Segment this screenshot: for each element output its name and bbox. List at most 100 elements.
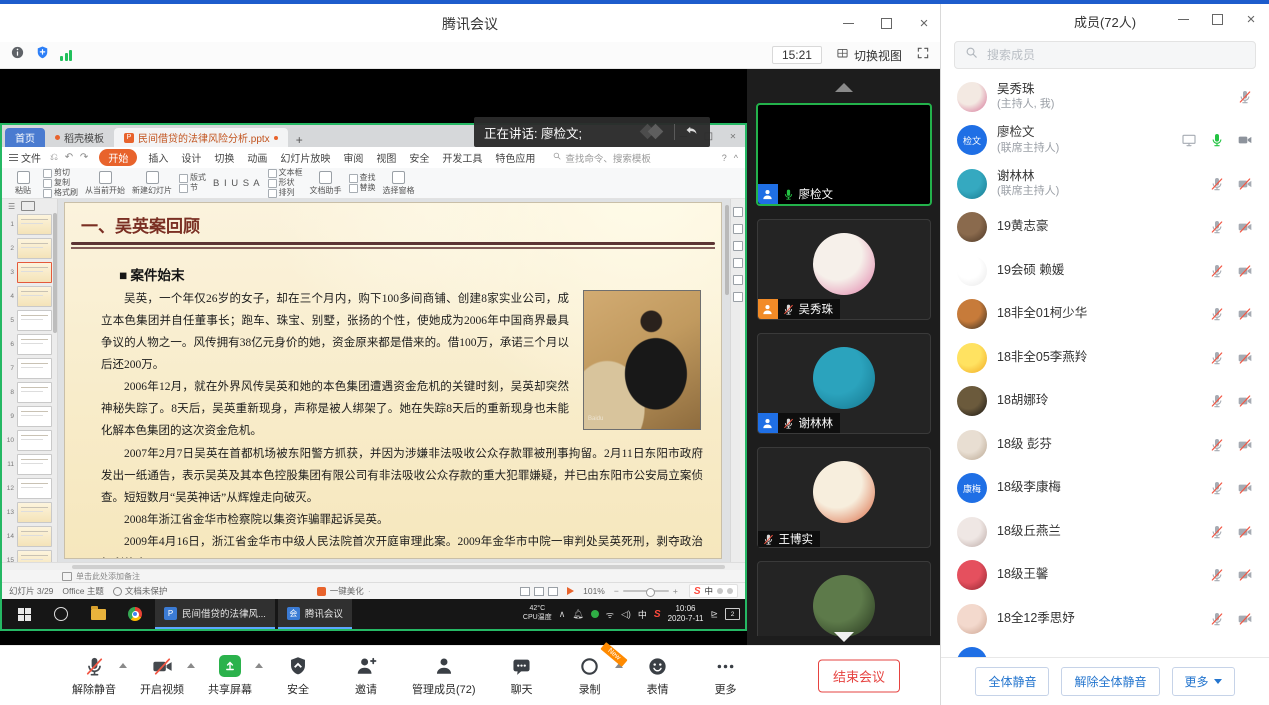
side-tool-icon[interactable]	[733, 275, 743, 285]
chevron-up-icon[interactable]	[255, 663, 263, 668]
video-tile-廖颖杰[interactable]: 廖颖杰	[757, 561, 931, 636]
file-explorer-icon[interactable]	[81, 599, 115, 629]
slide-thumbnail-12[interactable]: 12	[2, 476, 57, 500]
camera-muted-icon[interactable]	[1237, 480, 1253, 496]
slide-thumbnail-15[interactable]: 15	[2, 548, 57, 562]
camera-muted-icon[interactable]	[1237, 350, 1253, 366]
taskbar-app-民间借贷的法律风...[interactable]: P民间借贷的法律风...	[155, 599, 275, 629]
horizontal-scrollbar[interactable]	[2, 562, 745, 570]
ribbon-button-从当前开始[interactable]: 从当前开始	[85, 171, 125, 196]
side-tool-icon[interactable]	[733, 207, 743, 217]
ribbon-button-复制[interactable]: 复制	[43, 179, 78, 188]
ribbon-button-粘贴[interactable]: 粘贴	[10, 171, 36, 196]
wps-menu-插入[interactable]: 插入	[146, 149, 170, 166]
mic-on-icon[interactable]	[1209, 132, 1225, 148]
ribbon-button-B I U S A[interactable]: B I U S A	[213, 178, 261, 189]
canvas-scrollbar[interactable]	[725, 205, 729, 295]
scroll-up-arrow[interactable]	[835, 83, 853, 92]
camera-muted-icon[interactable]	[1237, 437, 1253, 453]
slide-thumbnail-10[interactable]: 10	[2, 428, 57, 452]
member-row-18非全05李燕羚[interactable]: 18非全05李燕羚	[941, 336, 1269, 380]
ribbon-button-查找[interactable]: 查找	[349, 174, 376, 183]
network-icon[interactable]: ᯤ	[606, 608, 614, 621]
member-row-19黄志豪[interactable]: 19黄志豪	[941, 206, 1269, 250]
mic-muted-icon[interactable]	[1209, 437, 1225, 453]
quick-access-icons[interactable]: ⎌ ↶ ↷	[50, 152, 90, 163]
input-method-bar[interactable]: S 中	[689, 584, 738, 598]
camera-muted-icon[interactable]	[1237, 393, 1253, 409]
camera-muted-icon[interactable]	[1237, 611, 1253, 627]
mic-muted-icon[interactable]	[1209, 176, 1225, 192]
scroll-down-arrow[interactable]	[834, 632, 854, 642]
ribbon-button-排列[interactable]: 排列	[268, 189, 303, 198]
member-row-18非全01柯少华[interactable]: 18非全01柯少华	[941, 293, 1269, 337]
side-tool-icon[interactable]	[733, 292, 743, 302]
toolbar-share-screen[interactable]: 共享屏幕	[208, 654, 252, 697]
outline-view-icon[interactable]: ☰	[8, 202, 15, 211]
beautify-button[interactable]: 一键美化·	[176, 585, 511, 597]
toolbar-start-video[interactable]: 开启视频	[140, 654, 184, 697]
tray-app-icon[interactable]	[591, 610, 599, 618]
zoom-level[interactable]: 101%	[583, 586, 605, 596]
video-tile-王博实[interactable]: 王博实	[757, 447, 931, 548]
member-row-18级丘燕兰[interactable]: 18级丘燕兰	[941, 510, 1269, 554]
wps-new-tab-button[interactable]: +	[288, 133, 311, 147]
camera-on-icon[interactable]	[1237, 132, 1253, 148]
toolbar-more[interactable]: 更多	[704, 654, 748, 697]
zoom-slider[interactable]: −+	[614, 586, 678, 596]
side-tool-icon[interactable]	[733, 224, 743, 234]
thumbnail-scrollbar[interactable]	[53, 213, 57, 333]
ribbon-button-新建幻灯片[interactable]: 新建幻灯片	[132, 171, 172, 196]
wps-menu-审阅[interactable]: 审阅	[341, 149, 365, 166]
video-tile-廖检文[interactable]: 廖检文	[756, 103, 932, 206]
taskbar-clock[interactable]: 10:062020-7-11	[668, 604, 704, 625]
taskbar-app-腾讯会议[interactable]: 会腾讯会议	[278, 599, 352, 629]
reply-arrow-icon[interactable]	[683, 122, 700, 142]
member-row-18级李康梅[interactable]: 康梅18级李康梅	[941, 467, 1269, 511]
wps-menu-视图[interactable]: 视图	[374, 149, 398, 166]
ribbon-button-文档助手[interactable]: 文档助手	[310, 171, 342, 196]
mic-muted-icon[interactable]	[1209, 611, 1225, 627]
end-meeting-button[interactable]: 结束会议	[818, 659, 900, 692]
mute-all-button[interactable]: 全体静音	[975, 667, 1049, 696]
mic-muted-icon[interactable]	[1209, 567, 1225, 583]
slide-thumbnail-3[interactable]: 3	[2, 260, 57, 284]
slide-thumbnail-9[interactable]: 9	[2, 404, 57, 428]
fullscreen-button[interactable]	[916, 46, 930, 65]
camera-muted-icon[interactable]	[1237, 524, 1253, 540]
switch-view-button[interactable]: 切换视图	[836, 47, 902, 64]
minimize-button[interactable]	[840, 15, 856, 31]
mic-muted-icon[interactable]	[1209, 524, 1225, 540]
collapse-ribbon-icon[interactable]: ^	[734, 153, 738, 163]
wps-close-button[interactable]: ×	[727, 130, 738, 141]
member-row-谢林林[interactable]: 谢林林(联席主持人)	[941, 162, 1269, 206]
member-row-18全12季思妤[interactable]: 18全12季思妤	[941, 597, 1269, 641]
camera-muted-icon[interactable]	[1237, 176, 1253, 192]
wps-menu-file[interactable]: 文件	[9, 150, 41, 165]
notes-bar[interactable]: 单击此处添加备注	[2, 570, 745, 582]
ribbon-button-剪切[interactable]: 剪切	[43, 169, 78, 178]
ribbon-button-节[interactable]: 节	[179, 184, 206, 193]
slide-thumbnail-6[interactable]: 6	[2, 332, 57, 356]
ribbon-button-选择窗格[interactable]: 选择窗格	[383, 171, 415, 196]
ime-tray-icon[interactable]: 中	[638, 608, 647, 621]
slide-thumbnail-2[interactable]: 2	[2, 236, 57, 260]
member-row-19会硕 赖媛[interactable]: 19会硕 赖媛	[941, 249, 1269, 293]
slide-thumbnail-8[interactable]: 8	[2, 380, 57, 404]
pen-icon[interactable]: ⊵	[710, 609, 718, 620]
video-tile-吴秀珠[interactable]: 吴秀珠	[757, 219, 931, 320]
wps-tab-template[interactable]: 稻壳模板	[45, 128, 114, 147]
mic-muted-icon[interactable]	[1209, 350, 1225, 366]
camera-muted-icon[interactable]	[1237, 306, 1253, 322]
side-tool-icon[interactable]	[733, 241, 743, 251]
member-row-廖检文[interactable]: 检文廖检文(联席主持人)	[941, 119, 1269, 163]
cortana-icon[interactable]	[44, 599, 78, 629]
chevron-up-icon[interactable]	[187, 663, 195, 668]
screen-share-icon[interactable]	[1181, 132, 1197, 148]
mic-muted-icon[interactable]	[1237, 89, 1253, 105]
toolbar-emoji[interactable]: 表情	[636, 654, 680, 697]
member-row-18胡娜玲[interactable]: 18胡娜玲	[941, 380, 1269, 424]
mic-muted-icon[interactable]	[1209, 480, 1225, 496]
wps-menu-切换[interactable]: 切换	[212, 149, 236, 166]
toolbar-unmute[interactable]: 解除静音	[72, 654, 116, 697]
